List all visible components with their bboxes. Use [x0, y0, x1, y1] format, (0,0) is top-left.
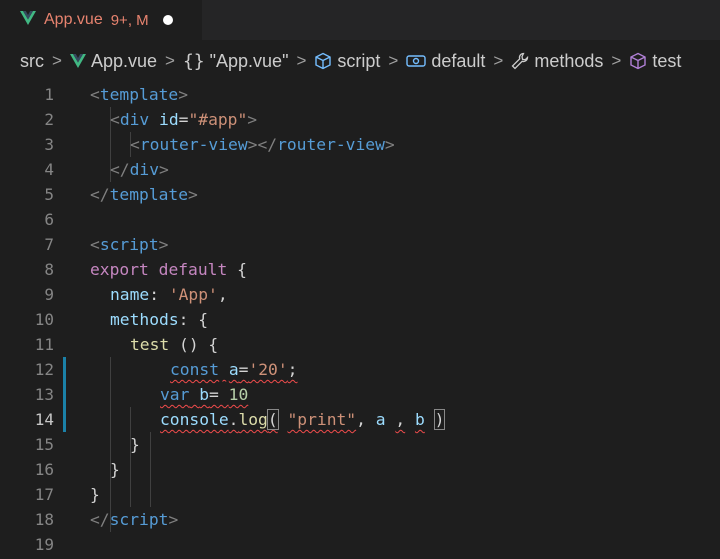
breadcrumb-test[interactable]: test	[629, 51, 681, 72]
code-line: 13 var b= 10	[34, 385, 249, 404]
breadcrumb-script[interactable]: script	[314, 51, 380, 72]
cube-icon	[629, 52, 647, 70]
code-line: 7 <script>	[44, 235, 169, 254]
tab-bar: App.vue 9+, M	[0, 0, 720, 40]
chevron-right-icon: >	[52, 51, 62, 70]
breadcrumb-default[interactable]: default	[406, 51, 485, 72]
code-line: 8 export default {	[44, 260, 247, 279]
chevron-right-icon: >	[611, 51, 622, 70]
code-line: 11 test () {	[34, 335, 219, 354]
vue-icon	[69, 54, 86, 68]
code-line: 12 const a='20';	[34, 360, 298, 379]
code-line: 19	[34, 535, 54, 554]
tab-filename: App.vue	[44, 11, 103, 28]
code-line: 2 <div id="#app">	[44, 110, 258, 129]
chevron-right-icon: >	[165, 51, 175, 70]
code-line: 16}	[34, 460, 120, 479]
chevron-right-icon: >	[296, 51, 307, 70]
vue-icon	[20, 10, 36, 30]
code-line: 18 </script>	[34, 510, 179, 529]
code-line: 1 <template>	[44, 85, 189, 104]
breadcrumb-app-vue-object[interactable]: {} "App.vue"	[183, 51, 289, 72]
braces-icon: {}	[182, 50, 205, 72]
chevron-right-icon: >	[493, 51, 504, 70]
breadcrumb-app-vue[interactable]: App.vue	[69, 51, 157, 72]
unsaved-dot-icon[interactable]	[162, 15, 173, 25]
wrench-icon	[511, 52, 529, 70]
problem-badge: 9+, M	[110, 11, 149, 29]
code-line: 15}	[34, 435, 140, 454]
code-line: 6	[44, 210, 54, 229]
breadcrumb-methods[interactable]: methods	[511, 51, 603, 72]
code-line-active: 14 console.log( "print", a , b )	[34, 409, 446, 430]
chevron-right-icon: >	[388, 51, 399, 70]
code-line: 5 </template>	[44, 185, 198, 204]
tab-app-vue[interactable]: App.vue 9+, M	[0, 0, 202, 40]
module-icon	[406, 54, 427, 68]
code-line: 3 <router-view></router-view>	[44, 135, 395, 154]
code-editor[interactable]: 1 <template> 2 <div id="#app"> 3 <router-vi…	[0, 82, 720, 557]
code-line: 9 name: 'App',	[44, 285, 228, 304]
code-line: 10 methods: {	[34, 310, 209, 329]
code-line: 17}	[34, 485, 100, 504]
breadcrumb-src[interactable]: src	[20, 51, 44, 72]
breadcrumb: src > App.vue > {} "App.vue" > script > …	[0, 40, 720, 82]
cube-icon	[314, 52, 332, 70]
code-line: 4 </div>	[44, 160, 169, 179]
